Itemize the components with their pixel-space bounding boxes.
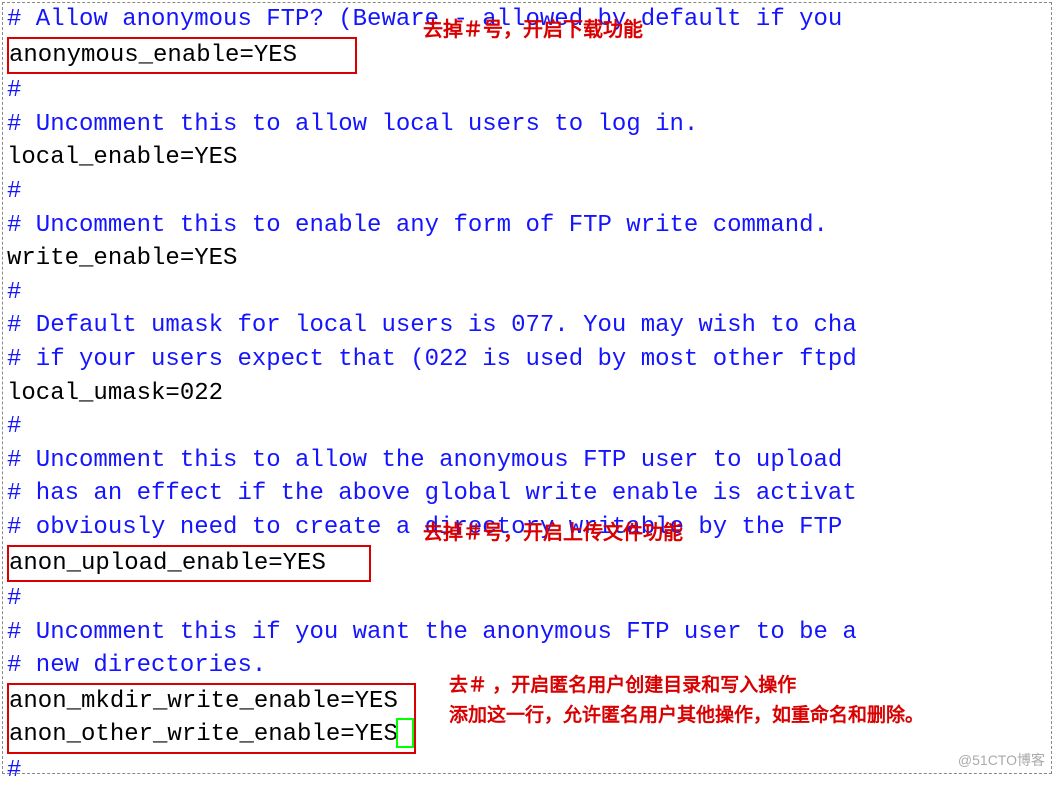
comment-line: # new directories. <box>7 652 266 679</box>
config-line: anonymous_enable=YES <box>9 42 297 69</box>
config-line: local_enable=YES <box>7 144 237 171</box>
comment-line: # if your users expect that (022 is used… <box>7 346 857 373</box>
annotation-1: 去掉＃号，开启下载功能 <box>423 16 643 44</box>
comment-line: # <box>7 279 21 306</box>
highlight-box-2: anon_upload_enable=YES <box>7 545 371 583</box>
comment-line: # <box>7 413 21 440</box>
comment-line: # Default umask for local users is 077. … <box>7 312 857 339</box>
config-line: anon_mkdir_write_enable=YES <box>9 688 398 715</box>
viewport: # Allow anonymous FTP? (Beware - allowed… <box>2 2 1052 774</box>
comment-line: # Uncomment this if you want the anonymo… <box>7 619 857 646</box>
cursor-icon <box>396 718 414 748</box>
config-line: anon_upload_enable=YES <box>9 550 326 577</box>
config-line: local_umask=022 <box>7 380 223 407</box>
comment-line: # Uncomment this to enable any form of F… <box>7 212 828 239</box>
comment-line: # <box>7 77 21 104</box>
annotation-3: 去＃ ，开启匿名用户创建目录和写入操作 <box>449 673 796 700</box>
annotation-2: 去掉＃号，开启上传文件功能 <box>423 519 683 547</box>
config-line: anon_other_write_enable=YES <box>9 721 398 748</box>
comment-line: # Uncomment this to allow the anonymous … <box>7 447 857 474</box>
annotation-4: 添加这一行，允许匿名用户其他操作，如重命名和删除。 <box>449 703 924 730</box>
highlight-box-3: anon_mkdir_write_enable=YES anon_other_w… <box>7 683 416 754</box>
config-file-content: # Allow anonymous FTP? (Beware - allowed… <box>3 3 1051 788</box>
comment-line: # Uncomment this to allow local users to… <box>7 111 698 138</box>
comment-line: # <box>7 585 21 612</box>
comment-line: # <box>7 178 21 205</box>
comment-line: # has an effect if the above global writ… <box>7 480 857 507</box>
comment-line: # <box>7 757 21 784</box>
watermark: @51CTO博客 <box>958 751 1045 771</box>
highlight-box-1: anonymous_enable=YES <box>7 37 357 75</box>
config-line: write_enable=YES <box>7 245 237 272</box>
